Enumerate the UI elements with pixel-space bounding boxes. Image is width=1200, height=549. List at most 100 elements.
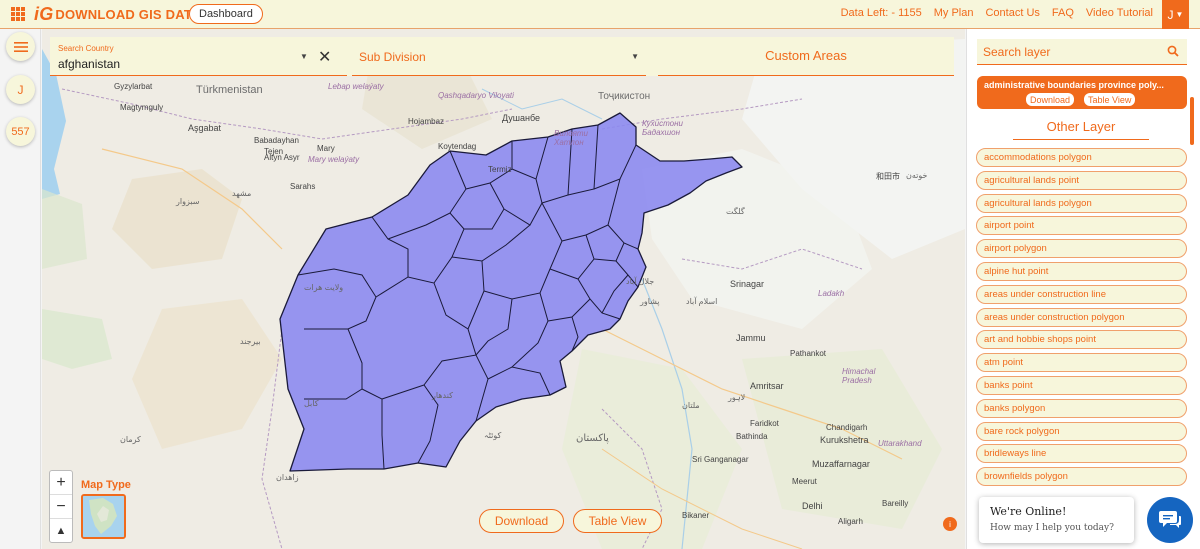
map-label: Bikaner xyxy=(682,511,710,520)
custom-areas-label: Custom Areas xyxy=(765,48,847,63)
credits-count: 557 xyxy=(11,125,30,138)
map-label: جلال آباد xyxy=(626,277,655,286)
info-icon[interactable]: i xyxy=(943,517,957,531)
layer-item[interactable]: art and hobbie shops point xyxy=(976,330,1187,350)
layer-item[interactable]: areas under construction polygon xyxy=(976,307,1187,327)
active-layer-table-view-button[interactable]: Table View xyxy=(1084,93,1136,106)
active-layer-download-button[interactable]: Download xyxy=(1026,93,1075,106)
map-label: پشاور xyxy=(640,297,660,306)
map-label: Sarahs xyxy=(290,182,316,191)
subdivision-select-label: Sub Division xyxy=(359,50,426,64)
map-label: Sri Ganganagar xyxy=(692,455,749,464)
map-label: مشهد xyxy=(232,189,252,198)
map-canvas[interactable]: Gyzylarbat Türkmenistan Magtymguly Aşgab… xyxy=(42,29,965,549)
map-table-view-button[interactable]: Table View xyxy=(573,509,662,533)
map-label: Gyzylarbat xyxy=(114,82,153,91)
map-label: Bareilly xyxy=(882,499,909,508)
nav-my-plan[interactable]: My Plan xyxy=(934,7,974,19)
map-label: Altyn Asyr xyxy=(264,153,300,162)
layer-panel: Search layer administrative boundaries p… xyxy=(966,29,1200,549)
map-label: Srinagar xyxy=(730,279,765,289)
map-label: گلگت xyxy=(726,207,745,216)
map-label: Delhi xyxy=(802,501,823,511)
top-bar: iG DOWNLOAD GIS DATA Dashboard Data Left… xyxy=(0,0,1200,29)
map-label: اسلام آباد xyxy=(686,297,718,306)
search-icon[interactable] xyxy=(1167,45,1179,57)
layer-item[interactable]: airport polygon xyxy=(976,239,1187,259)
map-label: Babadayhan xyxy=(254,136,299,145)
layer-panel-scrollbar[interactable] xyxy=(1190,97,1194,145)
custom-areas-tab[interactable]: Custom Areas xyxy=(658,37,954,76)
satellite-thumbnail-icon xyxy=(83,496,124,537)
user-avatar-button[interactable]: J xyxy=(6,75,35,104)
zoom-out-button[interactable]: − xyxy=(50,495,72,519)
map-label: کوئٹہ xyxy=(484,431,502,440)
map-label: Meerut xyxy=(792,477,817,486)
layer-item[interactable]: banks polygon xyxy=(976,398,1187,418)
nav-contact-us[interactable]: Contact Us xyxy=(985,7,1039,19)
active-layer-name: administrative boundaries province poly.… xyxy=(984,80,1164,90)
map-label: Muzaffarnagar xyxy=(812,459,870,469)
chat-title: We're Online! xyxy=(990,505,1067,518)
chat-greeting[interactable]: We're Online! How may I help you today? xyxy=(979,497,1134,543)
site-logo[interactable]: iG DOWNLOAD GIS DATA xyxy=(34,4,201,25)
map-label: پاکستان xyxy=(576,433,609,444)
map-label: Faridkot xyxy=(750,419,779,428)
subdivision-select[interactable]: Sub Division ▼ xyxy=(352,37,646,76)
layer-item[interactable]: areas under construction line xyxy=(976,284,1187,304)
reset-north-button[interactable]: ▲ xyxy=(50,519,72,543)
dropdown-arrow-icon[interactable]: ▼ xyxy=(300,52,308,61)
zoom-in-button[interactable]: + xyxy=(50,471,72,495)
nav-faq[interactable]: FAQ xyxy=(1052,7,1074,19)
layer-item[interactable]: airport point xyxy=(976,216,1187,236)
map-type-label: Map Type xyxy=(81,479,131,491)
map-label: Koytendag xyxy=(438,142,477,151)
user-menu-button[interactable]: J ▼ xyxy=(1162,0,1189,29)
clear-icon[interactable]: ✕ xyxy=(318,47,331,67)
map-label: Hojambaz xyxy=(408,117,445,126)
hamburger-icon xyxy=(13,41,28,52)
apps-grid-icon[interactable] xyxy=(11,7,25,21)
map-label: کندهار xyxy=(432,391,453,400)
credits-count-button[interactable]: 557 xyxy=(6,117,35,146)
dashboard-button[interactable]: Dashboard xyxy=(189,4,263,24)
map-label: Aligarh xyxy=(838,517,863,526)
map-type-thumbnail[interactable] xyxy=(81,494,126,539)
map-label: ولایت هرات xyxy=(304,283,344,292)
layer-item[interactable]: bridleways line xyxy=(976,444,1187,464)
map-label: Jammu xyxy=(736,333,766,343)
layer-item[interactable]: atm point xyxy=(976,353,1187,373)
layer-item[interactable]: banks point xyxy=(976,375,1187,395)
menu-button[interactable] xyxy=(6,32,35,61)
active-layer-card[interactable]: administrative boundaries province poly.… xyxy=(977,76,1187,109)
chat-bubble-icon xyxy=(1159,511,1181,528)
nav-video-tutorial[interactable]: Video Tutorial xyxy=(1086,7,1153,19)
layer-item[interactable]: accommodations polygon xyxy=(976,148,1187,167)
chat-launcher-button[interactable] xyxy=(1147,497,1193,543)
layer-item[interactable]: bare rock polygon xyxy=(976,421,1187,441)
map-label: Himachal Pradesh xyxy=(842,367,876,385)
top-nav: Data Left: - 1155 My Plan Contact Us FAQ… xyxy=(841,7,1153,19)
layer-item[interactable]: agricultural lands point xyxy=(976,170,1187,190)
country-select-label: Search Country xyxy=(58,44,114,53)
map-download-button[interactable]: Download xyxy=(479,509,564,533)
map-label: 和田市 xyxy=(876,172,900,181)
layer-item[interactable]: brownfields polygon xyxy=(976,467,1187,487)
data-left-counter: Data Left: - 1155 xyxy=(840,7,922,19)
avatar-initial: J xyxy=(17,82,24,97)
country-select-value: afghanistan xyxy=(58,57,121,71)
map-label: Magtymguly xyxy=(120,103,164,112)
map-label: Mary xyxy=(317,144,335,153)
layer-search-input[interactable]: Search layer xyxy=(977,39,1187,65)
country-select[interactable]: Search Country afghanistan ▼ ✕ xyxy=(50,37,347,76)
map-label: Lebap welaýaty xyxy=(328,82,384,91)
map-label: Kurukshetra xyxy=(820,435,869,445)
layer-list: accommodations polygon agricultural land… xyxy=(976,148,1187,490)
map-label: سبزوار xyxy=(176,197,200,206)
map-label: Вилояти Хатлон xyxy=(554,129,588,147)
layer-item[interactable]: alpine hut point xyxy=(976,261,1187,281)
map-label: خوتەن xyxy=(906,171,928,180)
map-label: کابل xyxy=(304,399,319,408)
map-label: Кухистони Бадахшон xyxy=(642,119,683,137)
layer-item[interactable]: agricultural lands polygon xyxy=(976,193,1187,213)
